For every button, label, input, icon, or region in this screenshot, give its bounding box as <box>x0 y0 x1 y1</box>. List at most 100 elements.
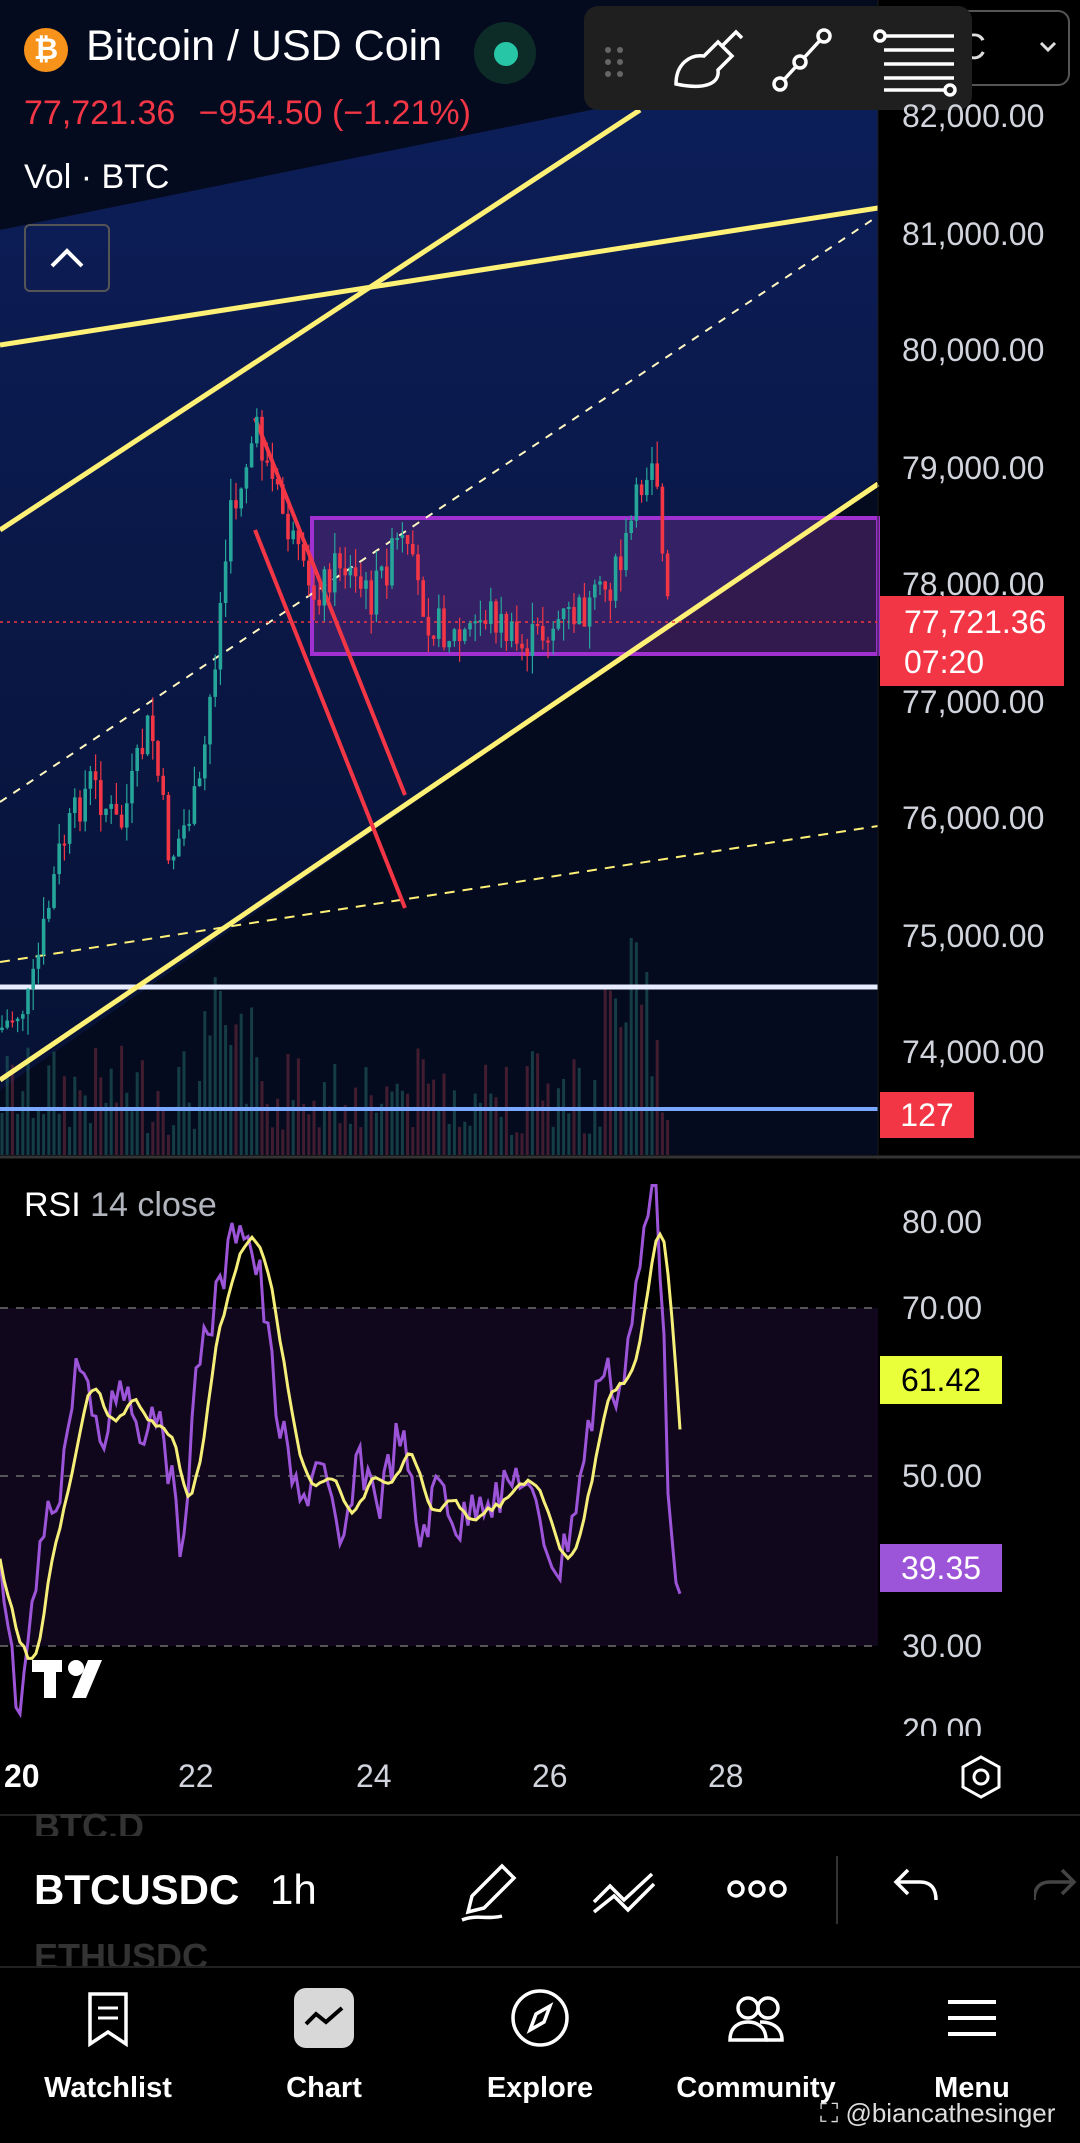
candle <box>156 741 160 776</box>
nav-chart[interactable]: Chart <box>216 1968 432 2128</box>
nav-explore[interactable]: Explore <box>432 1968 648 2128</box>
candle <box>483 620 488 624</box>
favorite-tools-icon[interactable] <box>588 1860 660 1920</box>
rsi-axis-label: 80.00 <box>902 1204 983 1240</box>
candle <box>281 484 285 514</box>
candle <box>385 566 389 586</box>
volume-bar <box>385 1086 389 1155</box>
explore-icon <box>511 1989 569 2047</box>
candle <box>572 606 576 625</box>
candle <box>478 620 483 623</box>
candle <box>47 907 51 919</box>
volume-bar <box>343 1104 347 1155</box>
volume-bar <box>582 1133 586 1155</box>
price-axis-label: 77,000.00 <box>902 684 1045 720</box>
volume-bar <box>244 1103 248 1155</box>
candle <box>270 462 275 479</box>
volume-bar <box>556 1088 560 1155</box>
candle <box>535 624 540 627</box>
candle <box>629 520 633 534</box>
rsi-value-tag: 39.35 <box>880 1544 1002 1592</box>
candle <box>603 581 607 590</box>
trendline-tool-icon[interactable] <box>772 28 832 92</box>
candle <box>333 553 337 593</box>
time-axis-label: 24 <box>356 1758 392 1794</box>
chart-settings-icon[interactable] <box>956 1752 1006 1802</box>
nav-watchlist[interactable]: Watchlist <box>0 1968 216 2128</box>
menu-icon <box>948 2000 996 2036</box>
volume-bar <box>94 1047 98 1155</box>
candle <box>255 416 259 444</box>
candle <box>369 580 373 615</box>
drag-handle-icon[interactable] <box>605 47 623 77</box>
time-axis-label: 26 <box>532 1758 568 1794</box>
volume-bar <box>281 1129 285 1155</box>
candle <box>660 486 665 554</box>
volume-bar <box>364 1067 368 1155</box>
volume-bar <box>489 1093 493 1155</box>
candle <box>551 628 555 641</box>
candle <box>541 625 545 641</box>
volume-bar <box>36 1109 40 1155</box>
more-options-icon[interactable] <box>726 1872 788 1906</box>
candle <box>395 537 399 540</box>
pair-title[interactable]: Bitcoin / USD Coin <box>86 22 442 71</box>
fib-retracement-icon[interactable] <box>873 29 957 97</box>
rsi-title[interactable]: RSI 14 close <box>24 1186 217 1225</box>
candle <box>114 803 119 815</box>
candle <box>338 553 342 569</box>
candle <box>525 648 529 657</box>
candle <box>619 556 623 571</box>
undo-icon[interactable] <box>890 1864 942 1908</box>
volume-bar <box>603 988 607 1155</box>
drawing-toolbar <box>584 6 972 110</box>
symbol-above[interactable]: BTC.D <box>34 1806 144 1836</box>
candle <box>234 500 238 509</box>
candle <box>463 629 467 642</box>
volume-bar <box>546 1083 550 1155</box>
volume-bar <box>120 1045 124 1155</box>
volume-bar <box>5 1055 9 1155</box>
candle <box>582 597 587 627</box>
redo-icon[interactable] <box>1034 1864 1080 1908</box>
candle <box>21 1014 25 1019</box>
volume-bar <box>354 1087 358 1155</box>
watermark: ⛶ @biancathesinger <box>820 2098 1055 2130</box>
candle <box>364 580 368 589</box>
candle <box>10 1020 15 1023</box>
market-status-icon[interactable] <box>474 22 536 84</box>
candle <box>213 669 217 697</box>
candle <box>109 803 113 809</box>
price-axis-label: 75,000.00 <box>902 918 1045 954</box>
brush-tool-icon[interactable] <box>674 29 744 89</box>
price-axis-label: 82,000.00 <box>902 98 1045 134</box>
volume-bar <box>380 1103 384 1155</box>
volume-bar <box>198 1080 202 1155</box>
volume-bar <box>338 1123 342 1155</box>
volume-value-tag: 127 <box>880 1092 974 1138</box>
volume-bar <box>203 1011 207 1155</box>
symbol-below[interactable]: ETHUSDC <box>34 1936 208 1966</box>
volume-bar <box>624 1022 628 1155</box>
volume-bar <box>156 1091 160 1155</box>
volume-bar <box>650 1076 654 1155</box>
volume-bar <box>473 1093 477 1155</box>
rsi-axis-label: 20.00 <box>902 1712 983 1736</box>
interval-button[interactable]: 1h <box>270 1866 317 1914</box>
volume-bar <box>208 1035 212 1155</box>
symbol-button[interactable]: BTCUSDC <box>34 1866 239 1914</box>
candle <box>390 538 394 586</box>
candle <box>229 500 233 562</box>
candle <box>426 616 431 636</box>
price-axis-label: 80,000.00 <box>902 332 1045 368</box>
volume-bar <box>411 1127 415 1155</box>
volume-bar <box>192 1128 196 1155</box>
volume-bar <box>151 1121 155 1155</box>
candle <box>99 780 103 816</box>
candle <box>556 619 561 629</box>
candle <box>598 581 602 585</box>
volume-bar <box>390 1091 394 1155</box>
drawing-tools-icon[interactable] <box>456 1854 522 1926</box>
candle <box>624 533 628 571</box>
collapse-indicators-button[interactable] <box>24 224 110 292</box>
